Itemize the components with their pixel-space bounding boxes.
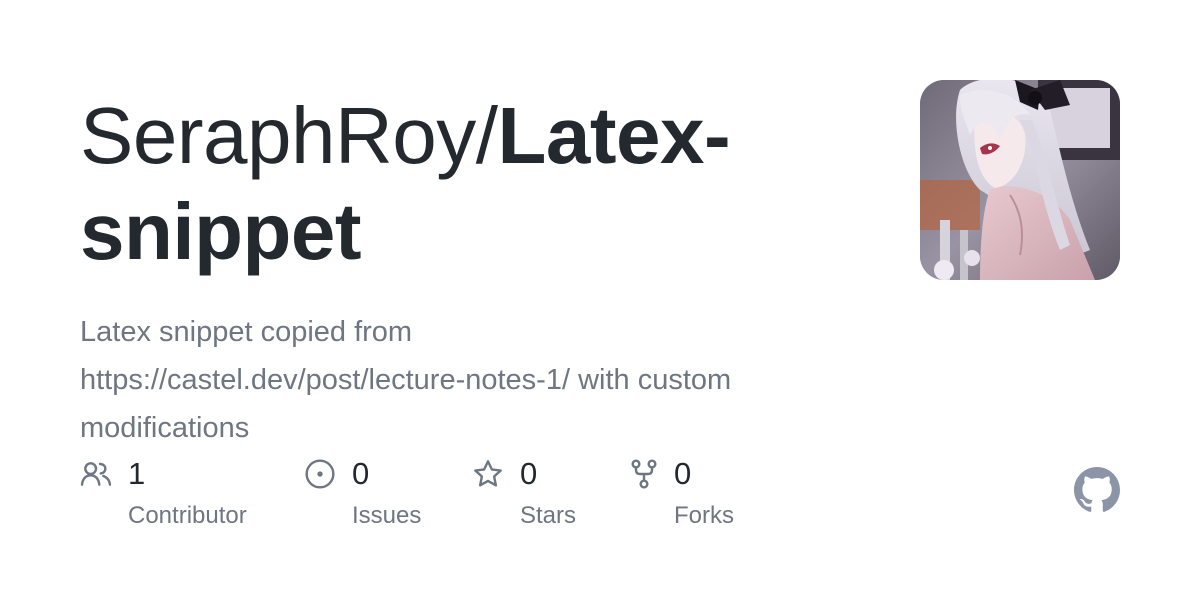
stars-count: 0	[520, 456, 538, 491]
avatar-image	[920, 80, 1120, 280]
contributors-count: 1	[128, 456, 146, 491]
contributors-label: Contributor	[128, 502, 247, 529]
issue-opened-icon	[305, 459, 335, 489]
repo-owner: SeraphRoy/	[80, 91, 498, 180]
repo-forked-icon	[631, 459, 657, 489]
forks-count: 0	[674, 456, 692, 491]
star-icon	[474, 460, 502, 487]
repo-description: Latex snippet copied from https://castel…	[80, 316, 732, 444]
people-icon	[80, 462, 112, 486]
issues-count: 0	[352, 456, 370, 491]
repo-title: SeraphRoy/Latex-snippet	[80, 88, 840, 280]
repo-stats: 1 Contributor 0 Issues 0 Stars 0 Forks	[80, 452, 840, 542]
avatar	[920, 80, 1120, 280]
github-mark-icon[interactable]	[1074, 467, 1120, 513]
forks-label: Forks	[674, 502, 734, 529]
issues-label: Issues	[352, 502, 422, 529]
stars-label: Stars	[520, 502, 577, 529]
